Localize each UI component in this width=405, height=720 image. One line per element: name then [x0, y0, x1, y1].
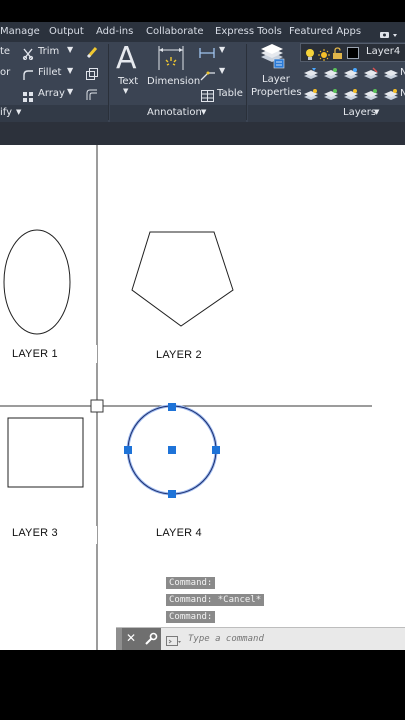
layer-dropdown[interactable]: Layer4	[300, 43, 405, 62]
layer3-square[interactable]	[7, 417, 84, 488]
tab-output[interactable]: Output	[49, 26, 84, 37]
layer-on-all-icon[interactable]	[363, 87, 379, 106]
layer-thaw-all-icon[interactable]	[343, 87, 359, 106]
tab-manage[interactable]: Manage	[0, 26, 40, 37]
text-tool-icon[interactable]: A	[116, 44, 137, 74]
fillet-button[interactable]: Fillet	[38, 67, 61, 78]
drawing-canvas[interactable]: LAYER 1 LAYER 2 LAYER 3 LAYER 4	[0, 145, 405, 650]
trim-icon	[22, 45, 34, 64]
text-tool-label[interactable]: Text	[118, 76, 138, 87]
layer2-pentagon[interactable]	[131, 231, 234, 327]
current-layer-name: Layer4	[366, 46, 401, 57]
dimension-icon[interactable]	[156, 44, 186, 76]
annotation-panel: A Text ▼ Dimension ▼ ▼ Table	[110, 44, 245, 105]
leader-dropdown-icon[interactable]: ▼	[219, 66, 225, 75]
file-tab-strip	[0, 122, 405, 145]
layer3-label: LAYER 3	[12, 527, 58, 539]
text-dropdown-icon[interactable]: ▼	[123, 87, 128, 95]
workspace-menu-icon[interactable]	[378, 26, 400, 38]
layer2-label: LAYER 2	[156, 349, 202, 361]
command-history-line: Command: *Cancel*	[166, 594, 265, 606]
layer-tools-row1b	[301, 76, 405, 86]
offset-icon[interactable]	[85, 87, 99, 106]
trim-button[interactable]: Trim	[38, 46, 59, 57]
linear-dimension-icon[interactable]	[199, 44, 215, 63]
layer-tool-cut-label[interactable]: N	[400, 88, 405, 99]
layer1-label: LAYER 1	[12, 348, 58, 360]
ribbon-tab-bar: Manage Output Add-ins Collaborate Expres…	[0, 22, 405, 42]
layers-panel-title[interactable]: Layers	[343, 107, 376, 118]
command-history-line: Command:	[166, 611, 216, 623]
tab-express-tools[interactable]: Express Tools	[215, 26, 282, 37]
layer4-label: LAYER 4	[156, 527, 202, 539]
drawing-svg[interactable]	[0, 145, 405, 650]
layer-on-bulb-icon[interactable]	[304, 46, 316, 65]
command-history-line: Command:	[166, 577, 216, 589]
close-icon[interactable]: ✕	[126, 631, 136, 645]
layers-panel-dropdown-icon[interactable]: ▼	[374, 108, 379, 116]
array-dropdown-icon[interactable]: ▼	[67, 87, 73, 96]
layer1-ellipse[interactable]	[3, 229, 71, 335]
annotation-panel-title[interactable]: Annotation	[147, 107, 202, 118]
layers-panel-titlebar[interactable]	[248, 105, 405, 122]
tab-collaborate[interactable]: Collaborate	[146, 26, 204, 37]
dimension-label[interactable]: Dimension	[147, 76, 200, 87]
panel-separator	[246, 44, 247, 120]
array-button[interactable]: Array	[38, 88, 65, 99]
leader-icon[interactable]	[200, 66, 216, 85]
command-line: ✕	[116, 627, 405, 650]
layer-properties-icon[interactable]	[259, 43, 285, 73]
modify-row1-cut-label[interactable]: te	[0, 46, 10, 57]
wrench-icon[interactable]	[144, 631, 158, 650]
table-button[interactable]: Table	[217, 88, 243, 99]
layer-lock-icon[interactable]	[332, 45, 343, 64]
layer-properties-label-line1[interactable]: Layer	[262, 74, 290, 85]
trim-dropdown-icon[interactable]: ▼	[67, 45, 73, 54]
layer-tools-row2: N	[301, 87, 405, 101]
table-icon	[201, 87, 214, 106]
grip-right[interactable]	[212, 446, 220, 454]
grip-center[interactable]	[168, 446, 176, 454]
annotation-panel-dropdown-icon[interactable]: ▼	[201, 108, 206, 116]
grip-bottom[interactable]	[168, 490, 176, 498]
command-input[interactable]	[188, 631, 398, 646]
modify-panel-title[interactable]: ify	[0, 107, 12, 118]
fillet-icon	[22, 66, 34, 85]
modify-row2-cut-label[interactable]: or	[0, 67, 10, 78]
erase-icon[interactable]	[86, 44, 100, 63]
bottom-letterbox	[0, 650, 405, 720]
layer-color-swatch	[347, 47, 359, 59]
linear-dimension-dropdown-icon[interactable]: ▼	[219, 45, 225, 54]
fillet-dropdown-icon[interactable]: ▼	[67, 66, 73, 75]
layer-properties-label-line2[interactable]: Properties	[251, 87, 302, 98]
crosshair-pickbox	[90, 399, 104, 413]
panel-separator	[108, 44, 109, 120]
tab-featured-apps[interactable]: Featured Apps	[289, 26, 361, 37]
tab-add-ins[interactable]: Add-ins	[96, 26, 133, 37]
layer-thaw-sun-icon[interactable]	[318, 46, 330, 65]
grip-left[interactable]	[124, 446, 132, 454]
layer-walk-icon[interactable]	[383, 87, 399, 106]
copy-icon[interactable]	[85, 66, 99, 85]
grip-top[interactable]	[168, 403, 176, 411]
modify-panel: te Trim ▼ or Fillet ▼ Array ▼	[0, 44, 110, 105]
layers-panel: Layer Properties Layer4 N N	[248, 42, 405, 105]
layer-previous-icon[interactable]	[303, 87, 319, 106]
modify-panel-dropdown-icon[interactable]: ▼	[16, 108, 21, 116]
layer-unisolate-icon[interactable]	[323, 87, 339, 106]
